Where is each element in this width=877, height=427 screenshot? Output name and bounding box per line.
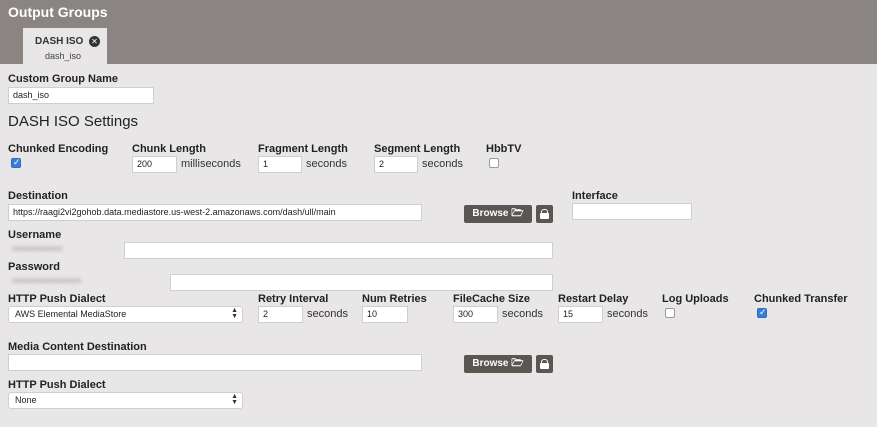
password-input[interactable] — [170, 274, 553, 291]
chunk-length-label: Chunk Length — [132, 143, 206, 155]
http-push-dialect-label: HTTP Push Dialect — [8, 293, 106, 305]
filecache-size-label: FileCache Size — [453, 293, 531, 305]
filecache-size-input[interactable]: 300 — [453, 306, 498, 323]
chunked-transfer-checkbox[interactable] — [757, 307, 767, 318]
segment-length-unit: seconds — [422, 158, 463, 170]
num-retries-label: Num Retries — [362, 293, 427, 305]
chunk-length-input[interactable]: 200 — [132, 156, 177, 173]
media-content-destination-label: Media Content Destination — [8, 341, 147, 353]
media-content-lock-button[interactable] — [536, 355, 553, 373]
log-uploads-label: Log Uploads — [662, 293, 729, 305]
username-input[interactable] — [124, 242, 553, 259]
destination-label: Destination — [8, 190, 68, 202]
password-redacted: •••••••••••••••••••••• — [12, 276, 82, 286]
num-retries-input[interactable]: 10 — [362, 306, 408, 323]
password-label: Password — [8, 261, 60, 273]
username-label: Username — [8, 229, 62, 241]
segment-length-label: Segment Length — [374, 143, 461, 155]
destination-lock-button[interactable] — [536, 205, 553, 223]
interface-label: Interface — [572, 190, 618, 202]
restart-delay-unit: seconds — [607, 308, 648, 320]
username-redacted: •••••••••••••••• — [12, 244, 63, 254]
destination-browse-button[interactable]: Browse 🗁 — [464, 205, 532, 223]
fragment-length-unit: seconds — [306, 158, 347, 170]
hbbtv-label: HbbTV — [486, 143, 522, 155]
retry-interval-unit: seconds — [307, 308, 348, 320]
media-content-destination-input[interactable] — [8, 354, 422, 371]
tab-sublabel: dash_iso — [45, 51, 82, 61]
media-content-browse-button[interactable]: Browse 🗁 — [464, 355, 532, 373]
custom-group-name-label: Custom Group Name — [8, 73, 119, 85]
retry-interval-label: Retry Interval — [258, 293, 329, 305]
fragment-length-input[interactable]: 1 — [258, 156, 302, 173]
http-push-dialect-2-value: None — [15, 395, 37, 405]
tab-label: DASH ISO — [35, 36, 84, 47]
http-push-dialect-2-select[interactable]: None ▲ ▼ — [8, 392, 243, 409]
chunked-encoding-label: Chunked Encoding — [8, 143, 109, 155]
fragment-length-label: Fragment Length — [258, 143, 348, 155]
interface-input[interactable] — [572, 203, 692, 220]
browse-label: Browse — [472, 208, 509, 219]
retry-interval-input[interactable]: 2 — [258, 306, 303, 323]
browse-label: Browse — [472, 358, 509, 369]
chunked-transfer-label: Chunked Transfer — [754, 293, 848, 305]
chunk-length-unit: milliseconds — [181, 158, 241, 170]
http-push-dialect-2-label: HTTP Push Dialect — [8, 379, 106, 391]
select-arrows-icon: ▲ ▼ — [231, 393, 238, 406]
http-push-dialect-value: AWS Elemental MediaStore — [15, 309, 127, 319]
folder-open-icon: 🗁 — [511, 358, 524, 369]
folder-open-icon: 🗁 — [511, 208, 524, 219]
restart-delay-input[interactable]: 15 — [558, 306, 603, 323]
filecache-size-unit: seconds — [502, 308, 543, 320]
custom-group-name-input[interactable]: dash_iso — [8, 87, 154, 104]
tab-dash-iso[interactable]: DASH ISO ✕ dash_iso — [23, 28, 107, 64]
close-icon[interactable]: ✕ — [89, 36, 100, 47]
select-arrows-icon: ▲ ▼ — [231, 307, 238, 320]
restart-delay-label: Restart Delay — [558, 293, 629, 305]
hbbtv-checkbox[interactable] — [489, 158, 499, 168]
http-push-dialect-select[interactable]: AWS Elemental MediaStore ▲ ▼ — [8, 306, 243, 323]
header-title: Output Groups — [8, 4, 108, 20]
chunked-encoding-checkbox[interactable] — [11, 157, 21, 168]
section-title: DASH ISO Settings — [8, 113, 139, 130]
segment-length-input[interactable]: 2 — [374, 156, 418, 173]
log-uploads-checkbox[interactable] — [665, 308, 675, 318]
output-groups-header: Output Groups DASH ISO ✕ dash_iso — [0, 0, 877, 64]
destination-input[interactable]: https://raagi2vi2gohob.data.mediastore.u… — [8, 204, 422, 221]
